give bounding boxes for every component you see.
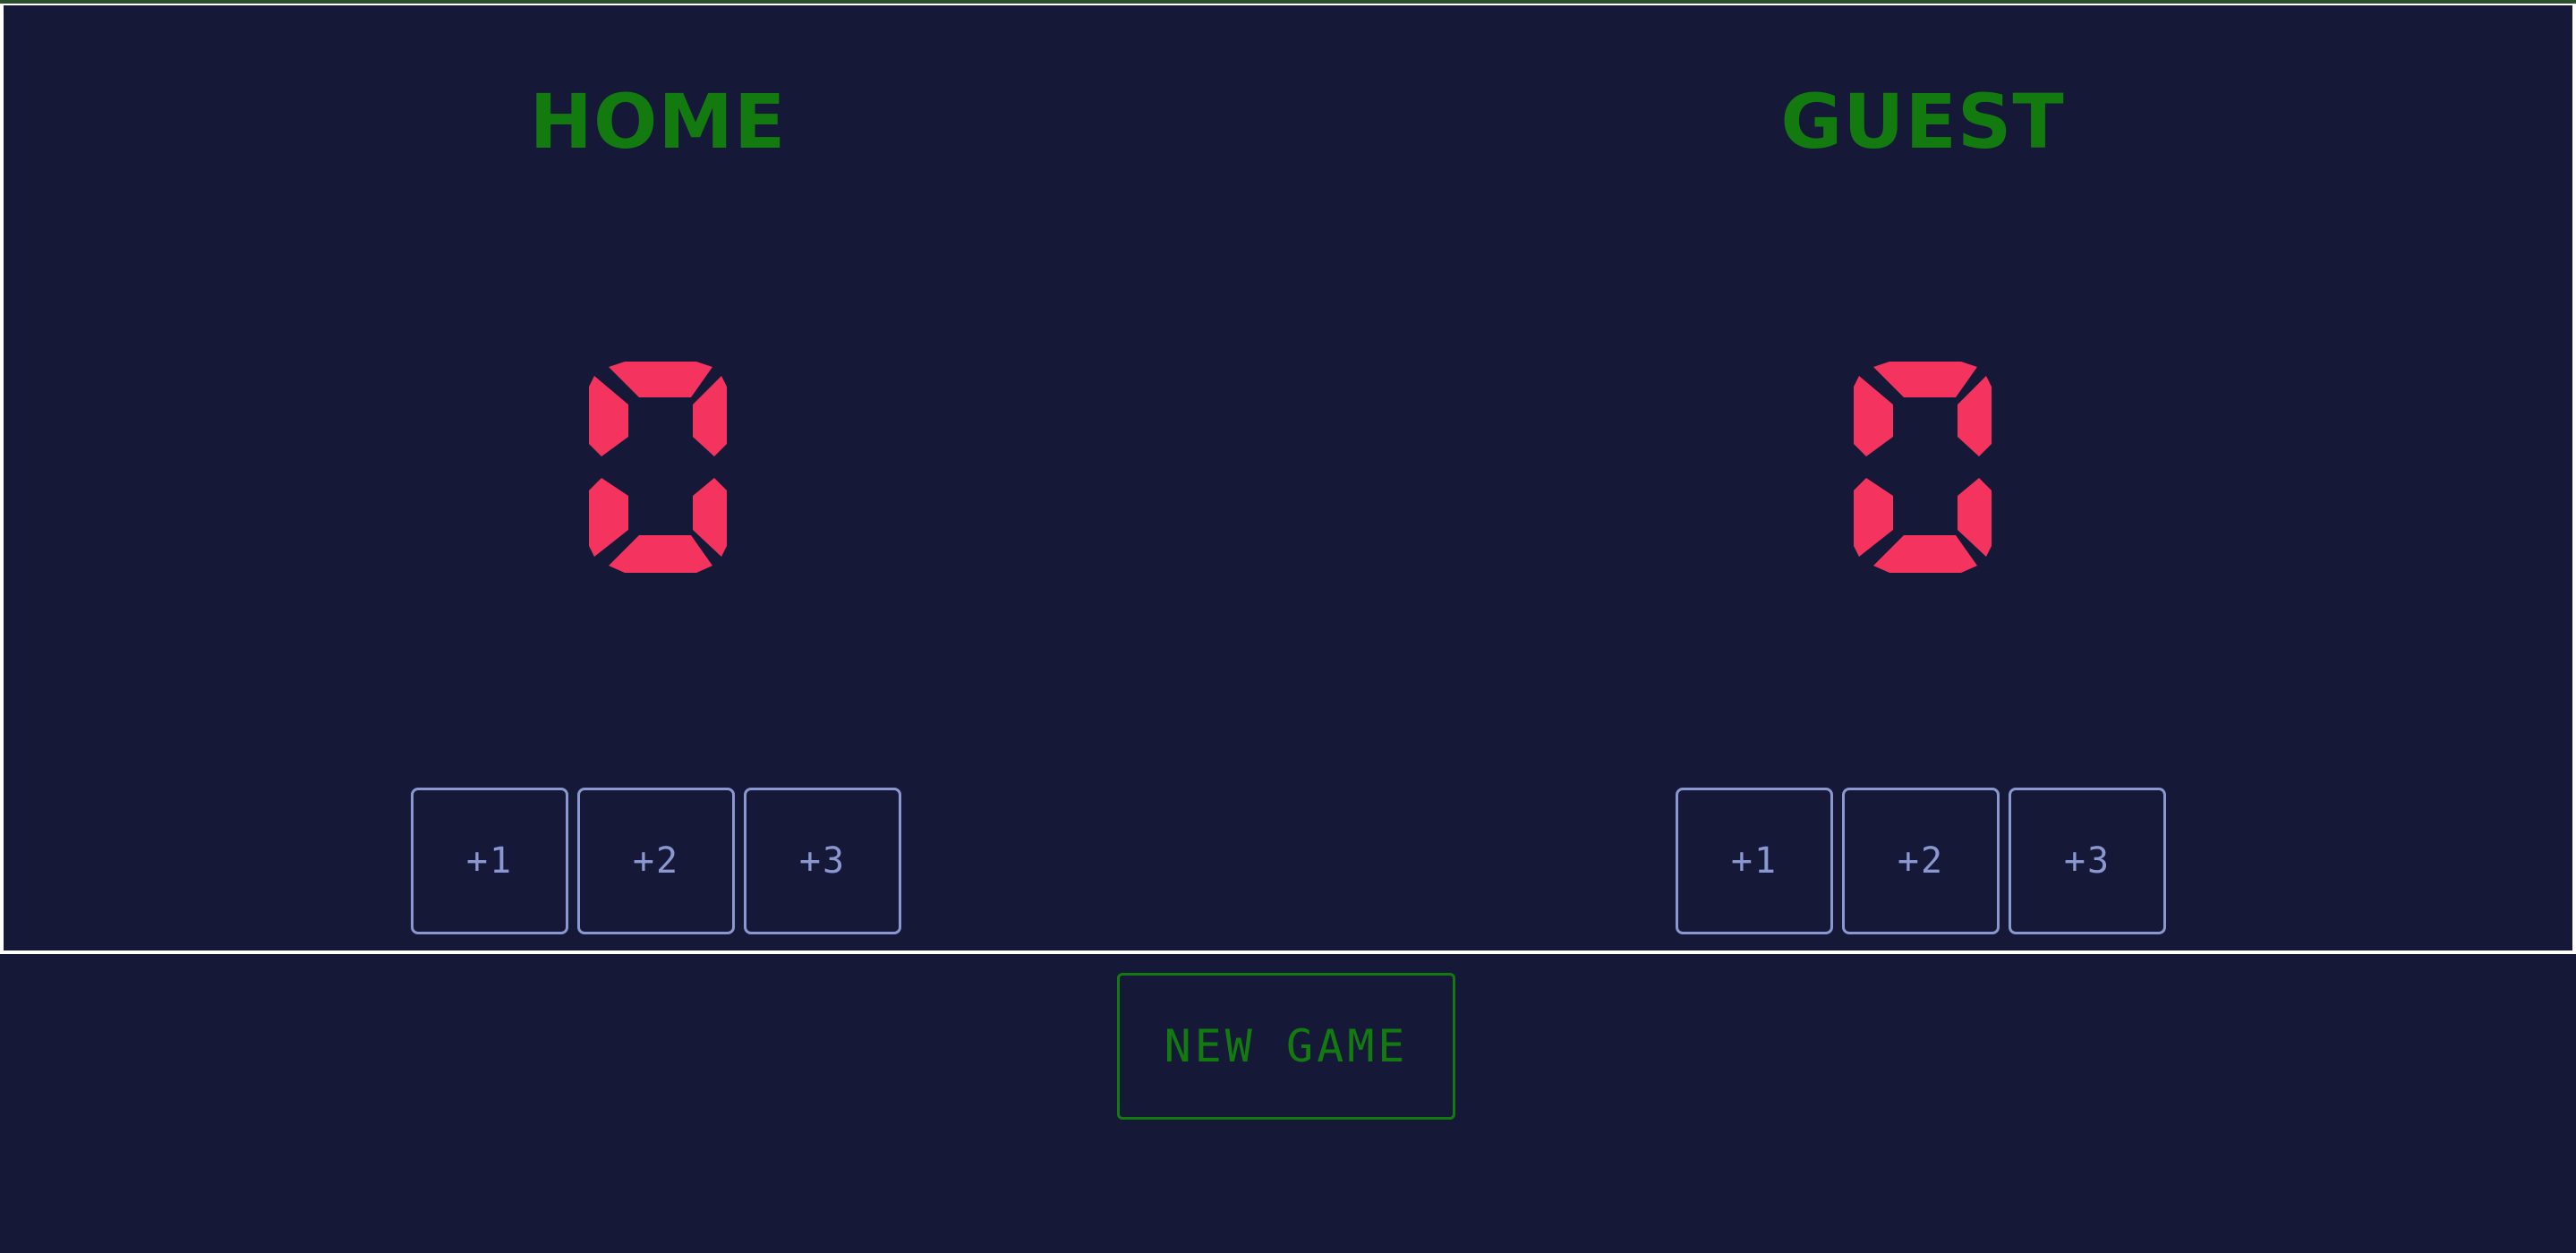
digit-segment-d: [1873, 535, 1977, 573]
home-add-2-label: +2: [632, 840, 680, 882]
guest-add-1-label: +1: [1730, 840, 1778, 882]
home-add-2-button[interactable]: +2: [577, 788, 735, 934]
new-game-button[interactable]: NEW GAME: [1117, 973, 1455, 1120]
home-button-row: +1 +2 +3: [411, 788, 905, 938]
home-add-1-button[interactable]: +1: [411, 788, 568, 934]
digit-segment-c: [1958, 478, 1992, 557]
new-game-label: NEW GAME: [1164, 1020, 1409, 1072]
digit-segment-c: [693, 478, 727, 557]
digit-segment-a: [609, 362, 712, 397]
home-add-3-button[interactable]: +3: [744, 788, 901, 934]
guest-panel: GUEST 0 +1 +2 +3: [1654, 5, 2191, 945]
home-add-3-label: +3: [798, 840, 847, 882]
seven-segment-digit: [589, 362, 727, 573]
guest-add-1-button[interactable]: +1: [1676, 788, 1833, 934]
digit-segment-d: [609, 535, 712, 573]
scoreboard: HOME 0 +1 +2 +3 GUEST 0: [0, 4, 2576, 954]
guest-add-3-label: +3: [2063, 840, 2111, 882]
digit-segment-f: [589, 376, 628, 456]
guest-title: GUEST: [1780, 78, 2065, 166]
scoreboard-page: HOME 0 +1 +2 +3 GUEST 0: [0, 0, 2576, 1253]
home-title: HOME: [529, 78, 787, 166]
seven-segment-digit: [1854, 362, 1992, 573]
home-score-digit: [589, 362, 727, 573]
digit-segment-b: [1958, 376, 1992, 456]
home-panel: HOME 0 +1 +2 +3: [389, 5, 926, 945]
guest-add-2-label: +2: [1897, 840, 1945, 882]
guest-button-row: +1 +2 +3: [1676, 788, 2170, 938]
digit-segment-e: [589, 478, 628, 557]
digit-segment-b: [693, 376, 727, 456]
guest-score-digit: [1854, 362, 1992, 573]
digit-segment-f: [1854, 376, 1893, 456]
digit-segment-e: [1854, 478, 1893, 557]
digit-segment-a: [1873, 362, 1977, 397]
home-add-1-label: +1: [465, 840, 514, 882]
guest-score: 0: [1847, 362, 1999, 573]
guest-add-3-button[interactable]: +3: [2009, 788, 2166, 934]
home-score: 0: [582, 362, 734, 573]
guest-add-2-button[interactable]: +2: [1842, 788, 2000, 934]
